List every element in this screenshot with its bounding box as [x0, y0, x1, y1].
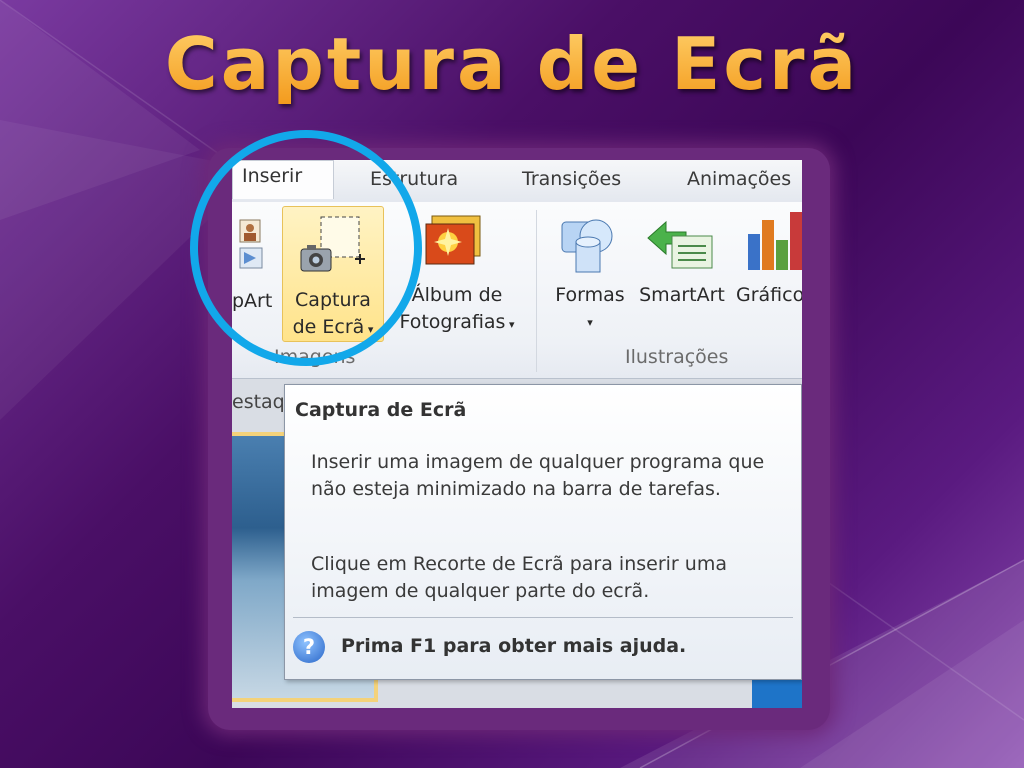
- scroll-strip: [752, 680, 802, 708]
- tooltip-divider: [293, 617, 793, 618]
- chart-button[interactable]: Gráfico: [736, 282, 802, 309]
- shapes-button[interactable]: Formas ▾: [548, 282, 632, 336]
- slide-title: Captura de Ecrã: [0, 22, 1024, 106]
- smartart-icon[interactable]: [646, 218, 716, 274]
- photo-album-icon[interactable]: [422, 212, 486, 272]
- dropdown-arrow-icon: ▾: [505, 318, 515, 331]
- help-icon: ?: [293, 631, 325, 663]
- tooltip-help-text: Prima F1 para obter mais ajuda.: [341, 635, 687, 657]
- tab-animacoes[interactable]: Animações: [687, 168, 791, 190]
- photo-album-label-line2: Fotografias: [399, 311, 506, 333]
- chart-icon[interactable]: [744, 210, 802, 274]
- group-label-ilustracoes: Ilustrações: [625, 346, 729, 368]
- tooltip-title: Captura de Ecrã: [295, 399, 467, 421]
- smartart-button[interactable]: SmartArt: [636, 282, 728, 309]
- slides-panel-partial-label: estaq: [232, 391, 285, 413]
- shapes-label: Formas: [555, 284, 625, 306]
- highlight-circle: [190, 130, 422, 366]
- screenshot-tooltip: Captura de Ecrã Inserir uma imagem de qu…: [284, 384, 802, 680]
- tooltip-body-1: Inserir uma imagem de qualquer programa …: [311, 451, 765, 500]
- tooltip-body-2: Clique em Recorte de Ecrã para inserir u…: [311, 553, 727, 602]
- group-separator: [536, 210, 537, 372]
- tab-transicoes[interactable]: Transições: [522, 168, 621, 190]
- shapes-icon[interactable]: [558, 214, 618, 276]
- dropdown-arrow-icon: ▾: [587, 316, 593, 329]
